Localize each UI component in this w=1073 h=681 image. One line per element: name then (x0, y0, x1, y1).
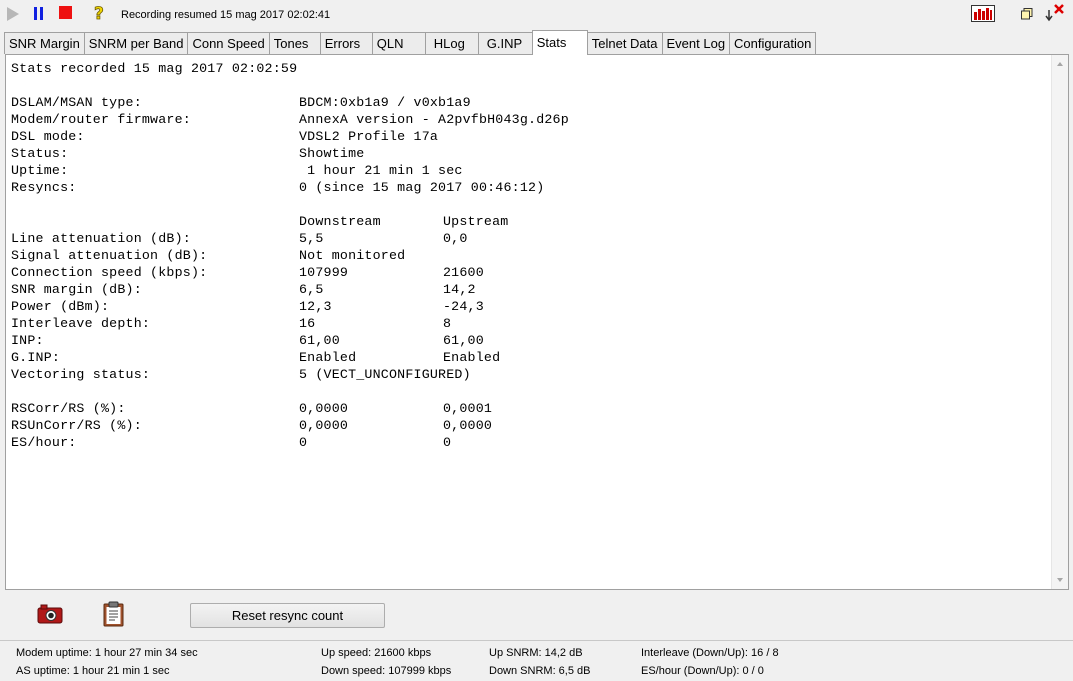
tab-event-log[interactable]: Event Log (661, 32, 731, 54)
status-bar: Modem uptime: 1 hour 27 min 34 sec AS up… (0, 640, 1073, 681)
tab-tones[interactable]: Tones (268, 32, 321, 54)
line-up: 61,00 (443, 333, 484, 348)
interleave: Interleave (Down/Up): 16 / 8 (641, 647, 779, 659)
graph-icon[interactable] (971, 5, 995, 22)
recording-status: Recording resumed 15 mag 2017 02:02:41 (121, 9, 331, 21)
close-icon[interactable] (1045, 4, 1065, 22)
line-label: Connection speed (kbps): (11, 265, 208, 280)
pause-icon[interactable] (34, 7, 44, 20)
vertical-scrollbar[interactable] (1051, 55, 1068, 589)
info-value: AnnexA version - A2pvfbH043g.d26p (299, 112, 569, 127)
line-down: 5,5 (299, 231, 324, 246)
line-label: Line attenuation (dB): (11, 231, 191, 246)
tab-snr-margin[interactable]: SNR Margin (4, 32, 85, 54)
play-icon[interactable] (7, 7, 19, 21)
error-up: 0,0000 (443, 418, 493, 433)
line-up: 8 (443, 316, 452, 331)
tab-conn-speed[interactable]: Conn Speed (187, 32, 270, 54)
line-label: INP: (11, 333, 44, 348)
stats-header-text: Stats recorded 15 mag 2017 02:02:59 (11, 61, 298, 76)
info-value: VDSL2 Profile 17a (299, 129, 439, 144)
svg-text:?: ? (94, 4, 104, 23)
line-down: 5 (VECT_UNCONFIGURED) (299, 367, 471, 382)
error-down: 0 (299, 435, 308, 450)
downstream-header: Downstream (299, 214, 381, 229)
tab-hlog[interactable]: HLog (424, 32, 479, 54)
error-up: 0,0001 (443, 401, 493, 416)
line-down: 107999 (299, 265, 349, 280)
error-up: 0 (443, 435, 452, 450)
restore-icon[interactable] (1021, 8, 1033, 20)
down-snrm: Down SNRM: 6,5 dB (489, 665, 591, 677)
line-up: Enabled (443, 350, 501, 365)
hint-icon[interactable]: ? (92, 3, 108, 25)
up-snrm: Up SNRM: 14,2 dB (489, 647, 583, 659)
line-down: 6,5 (299, 282, 324, 297)
clipboard-icon[interactable] (103, 601, 124, 627)
stop-icon[interactable] (59, 6, 72, 19)
camera-icon[interactable] (37, 604, 63, 624)
info-label: Modem/router firmware: (11, 112, 191, 127)
info-value: 1 hour 21 min 1 sec (299, 163, 463, 178)
tab-qln[interactable]: QLN (371, 32, 426, 54)
info-label: DSLAM/MSAN type: (11, 95, 142, 110)
toolbar: ? Recording resumed 15 mag 2017 02:02:41 (0, 0, 1073, 29)
line-label: Power (dBm): (11, 299, 110, 314)
line-label: SNR margin (dB): (11, 282, 142, 297)
line-label: G.INP: (11, 350, 61, 365)
info-label: Status: (11, 146, 69, 161)
tab-errors[interactable]: Errors (319, 32, 373, 54)
line-down: 12,3 (299, 299, 332, 314)
reset-resync-button[interactable]: Reset resync count (190, 603, 385, 628)
info-value: Showtime (299, 146, 365, 161)
line-down: 16 (299, 316, 316, 331)
tab-snrm-per-band[interactable]: SNRM per Band (83, 32, 189, 54)
error-down: 0,0000 (299, 401, 349, 416)
as-uptime: AS uptime: 1 hour 21 min 1 sec (16, 665, 170, 677)
down-speed: Down speed: 107999 kbps (321, 665, 452, 677)
tab-bar: SNR Margin SNRM per Band Conn Speed Tone… (4, 30, 817, 55)
tab-telnet-data[interactable]: Telnet Data (586, 32, 663, 54)
up-speed: Up speed: 21600 kbps (321, 647, 432, 659)
line-label: Interleave depth: (11, 316, 151, 331)
line-down: 61,00 (299, 333, 340, 348)
line-label: Signal attenuation (dB): (11, 248, 208, 263)
line-up: 14,2 (443, 282, 476, 297)
upstream-header: Upstream (443, 214, 509, 229)
line-down: Not monitored (299, 248, 406, 263)
error-label: ES/hour: (11, 435, 77, 450)
scroll-up-icon[interactable] (1057, 62, 1063, 66)
tab-configuration[interactable]: Configuration (729, 32, 817, 54)
scroll-down-icon[interactable] (1057, 578, 1063, 582)
info-value: 0 (since 15 mag 2017 00:46:12) (299, 180, 545, 195)
info-label: Resyncs: (11, 180, 77, 195)
line-up: 21600 (443, 265, 484, 280)
line-down: Enabled (299, 350, 357, 365)
stats-panel[interactable]: Stats recorded 15 mag 2017 02:02:59 DSLA… (5, 54, 1069, 590)
line-up: 0,0 (443, 231, 468, 246)
info-label: Uptime: (11, 163, 69, 178)
info-value: BDCM:0xb1a9 / v0xb1a9 (299, 95, 471, 110)
line-up: -24,3 (443, 299, 484, 314)
line-label: Vectoring status: (11, 367, 151, 382)
error-down: 0,0000 (299, 418, 349, 433)
error-label: RSUnCorr/RS (%): (11, 418, 142, 433)
tab-stats[interactable]: Stats (531, 30, 588, 55)
tab-ginp[interactable]: G.INP (477, 32, 533, 54)
es-hour: ES/hour (Down/Up): 0 / 0 (641, 665, 764, 677)
info-label: DSL mode: (11, 129, 85, 144)
modem-uptime: Modem uptime: 1 hour 27 min 34 sec (16, 647, 198, 659)
error-label: RSCorr/RS (%): (11, 401, 126, 416)
